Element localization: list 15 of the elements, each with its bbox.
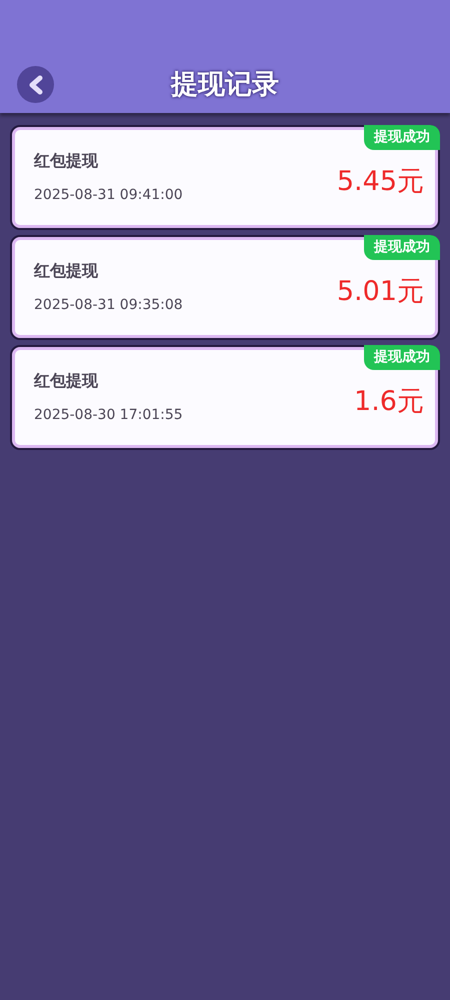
status-badge: 提现成功: [364, 345, 440, 370]
status-badge: 提现成功: [364, 235, 440, 260]
back-icon: [26, 74, 44, 94]
record-title: 红包提现: [34, 260, 99, 282]
record-time: 2025-08-30 17:01:55: [34, 406, 183, 425]
back-button[interactable]: [17, 66, 54, 103]
record-amount: 5.45元: [336, 165, 424, 200]
status-badge: 提现成功: [364, 125, 440, 150]
record-amount: 5.01元: [336, 275, 424, 310]
record-time: 2025-08-31 09:35:08: [34, 296, 183, 315]
record-title: 红包提现: [34, 150, 99, 172]
record-amount: 1.6元: [354, 385, 424, 420]
record-title: 红包提现: [34, 370, 99, 392]
record-time: 2025-08-31 09:41:00: [34, 186, 183, 205]
page-title: 提现记录: [171, 68, 279, 102]
